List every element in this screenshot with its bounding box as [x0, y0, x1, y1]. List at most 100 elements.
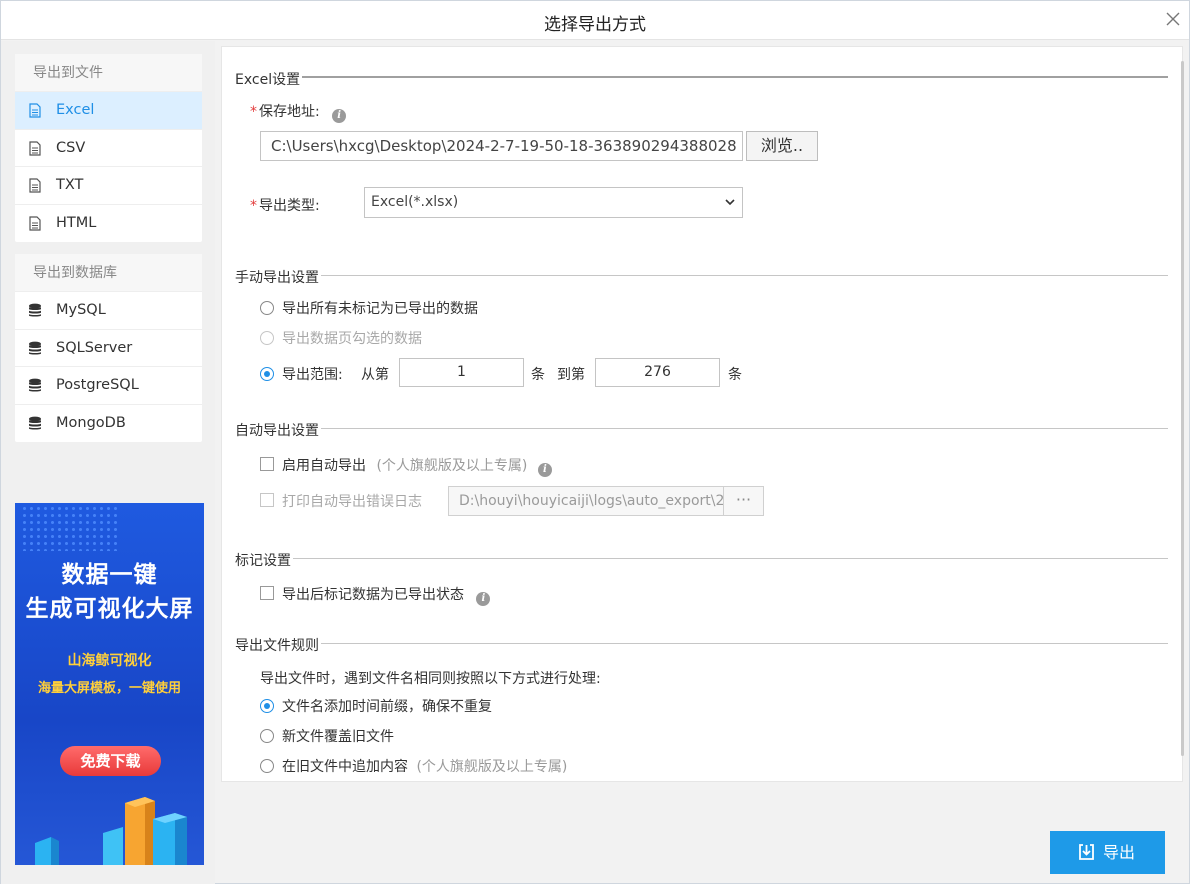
range-unit-label: 条: [728, 367, 742, 383]
radio-export-range[interactable]: [260, 367, 274, 381]
save-path-label-row: * 保存地址: i: [250, 101, 347, 123]
sidebar-item-label: Excel: [56, 102, 95, 118]
database-icon: [29, 303, 41, 317]
radio-overwrite[interactable]: [260, 729, 274, 743]
divider: [235, 275, 1168, 276]
export-button[interactable]: 导出: [1050, 831, 1165, 874]
export-type-label-row: * 导出类型:: [250, 195, 320, 215]
print-error-log-label: 打印自动导出错误日志: [282, 494, 422, 510]
sidebar-item-txt[interactable]: TXT: [15, 167, 202, 205]
sidebar-item-csv[interactable]: CSV: [15, 130, 202, 167]
export-type-label: 导出类型:: [259, 198, 320, 214]
section-file-rules: 导出文件规则: [235, 635, 1168, 655]
download-icon: [1079, 844, 1094, 860]
group-header-file: 导出到文件: [15, 54, 202, 92]
close-icon[interactable]: [1163, 9, 1183, 29]
section-manual-export: 手动导出设置: [235, 267, 1168, 287]
promo-headline: 数据一键 生成可视化大屏: [15, 558, 204, 626]
group-header-db: 导出到数据库: [15, 254, 202, 292]
premium-note: (个人旗舰版及以上专属): [376, 458, 528, 474]
sidebar: 导出到文件 Excel CSV TXT HTML 导出到数据库 MySQL SQ…: [1, 41, 215, 884]
promo-headline-line2: 生成可视化大屏: [25, 596, 194, 622]
section-title: 手动导出设置: [235, 267, 321, 287]
divider: [235, 643, 1168, 644]
chevron-down-icon: [725, 199, 735, 206]
title-bar: 选择导出方式: [1, 1, 1189, 40]
file-icon: [29, 178, 41, 193]
promo-tagline: 海量大屏模板，一键使用: [37, 681, 181, 696]
option-overwrite-label: 新文件覆盖旧文件: [282, 729, 394, 745]
option-append-label: 在旧文件中追加内容 (个人旗舰版及以上专属): [282, 756, 567, 776]
file-icon: [29, 140, 41, 156]
info-icon[interactable]: i: [476, 592, 491, 606]
section-auto-export: 自动导出设置: [235, 420, 1168, 440]
required-asterisk: *: [250, 104, 257, 120]
radio-append[interactable]: [260, 759, 274, 773]
divider: [235, 558, 1168, 559]
export-button-label: 导出: [1103, 843, 1136, 862]
section-mark-settings: 标记设置: [235, 550, 1168, 570]
settings-panel: Excel设置 * 保存地址: i C:\Users\hxcg\Desktop\2…: [221, 46, 1183, 782]
option-export-all-unmarked-label: 导出所有未标记为已导出的数据: [282, 301, 478, 317]
info-icon[interactable]: i: [537, 463, 552, 477]
export-dialog: 选择导出方式 导出到文件 Excel CSV TXT HTML 导出到数据库 M…: [0, 0, 1190, 884]
info-icon[interactable]: i: [332, 109, 347, 123]
sidebar-item-mongodb[interactable]: MongoDB: [15, 405, 202, 443]
database-icon: [29, 378, 41, 392]
database-icon: [29, 341, 41, 355]
divider: [235, 76, 1168, 78]
sidebar-item-excel[interactable]: Excel: [15, 92, 202, 130]
section-excel-settings: Excel设置: [235, 69, 1168, 89]
required-asterisk: *: [250, 198, 257, 214]
file-icon: [29, 103, 41, 118]
range-from-input[interactable]: 1: [399, 358, 524, 387]
file-export-group: 导出到文件 Excel CSV TXT HTML: [15, 54, 202, 242]
promo-banner[interactable]: 数据一键 生成可视化大屏 山海鲸可视化 海量大屏模板，一键使用 免费下载: [15, 503, 204, 865]
sidebar-item-html[interactable]: HTML: [15, 205, 202, 243]
db-export-group: 导出到数据库 MySQL SQLServer PostgreSQL MongoD…: [15, 254, 202, 442]
database-icon: [29, 416, 41, 430]
vertical-scrollbar[interactable]: [1181, 61, 1184, 756]
enable-auto-export-text: 启用自动导出: [282, 458, 366, 474]
range-to-input[interactable]: 276: [595, 358, 720, 387]
premium-note: (个人旗舰版及以上专属): [416, 759, 568, 775]
checkbox-mark-exported[interactable]: [260, 586, 274, 600]
checkbox-enable-auto-export[interactable]: [260, 457, 274, 471]
option-append-text: 在旧文件中追加内容: [282, 759, 408, 775]
browse-button[interactable]: 浏览..: [746, 131, 818, 161]
sidebar-item-label: TXT: [56, 177, 84, 193]
sidebar-item-sqlserver[interactable]: SQLServer: [15, 330, 202, 367]
section-title: 标记设置: [235, 550, 293, 570]
divider: [235, 428, 1168, 429]
checkbox-print-error-log[interactable]: [260, 493, 274, 507]
sidebar-item-label: MySQL: [56, 302, 106, 318]
sidebar-item-label: SQLServer: [56, 339, 133, 356]
option-add-timestamp-label: 文件名添加时间前缀，确保不重复: [282, 699, 492, 715]
file-icon: [29, 215, 41, 231]
option-export-range-label: 导出范围:: [282, 367, 343, 383]
export-type-value: Excel(*.xlsx): [371, 194, 459, 210]
error-log-browse-button[interactable]: ···: [723, 486, 764, 516]
file-rules-description: 导出文件时，遇到文件名相同则按照以下方式进行处理:: [260, 671, 601, 687]
radio-export-checked-rows[interactable]: [260, 331, 274, 345]
error-log-path-input[interactable]: D:\houyi\houyicaiji\logs\auto_export\28: [448, 486, 724, 516]
export-type-select[interactable]: Excel(*.xlsx): [364, 187, 743, 218]
sidebar-item-postgresql[interactable]: PostgreSQL: [15, 367, 202, 405]
save-path-label: 保存地址:: [259, 104, 320, 120]
section-title: Excel设置: [235, 69, 303, 89]
sidebar-item-mysql[interactable]: MySQL: [15, 292, 202, 330]
radio-export-all-unmarked[interactable]: [260, 301, 274, 315]
enable-auto-export-label: 启用自动导出 (个人旗舰版及以上专属) i: [282, 455, 552, 477]
range-to-label: 到第: [557, 367, 585, 383]
range-from-label: 从第: [361, 367, 389, 383]
promo-headline-line1: 数据一键: [61, 562, 158, 588]
section-title: 自动导出设置: [235, 420, 321, 440]
section-title: 导出文件规则: [235, 635, 321, 655]
sidebar-item-label: HTML: [56, 214, 97, 231]
bar-chart-illustration: [35, 797, 187, 865]
promo-download-button[interactable]: 免费下载: [60, 746, 161, 776]
radio-add-timestamp[interactable]: [260, 699, 274, 713]
save-path-input[interactable]: C:\Users\hxcg\Desktop\2024-2-7-19-50-18-…: [260, 131, 743, 161]
dialog-title: 选择导出方式: [544, 15, 646, 35]
mark-exported-text: 导出后标记数据为已导出状态: [282, 587, 464, 603]
